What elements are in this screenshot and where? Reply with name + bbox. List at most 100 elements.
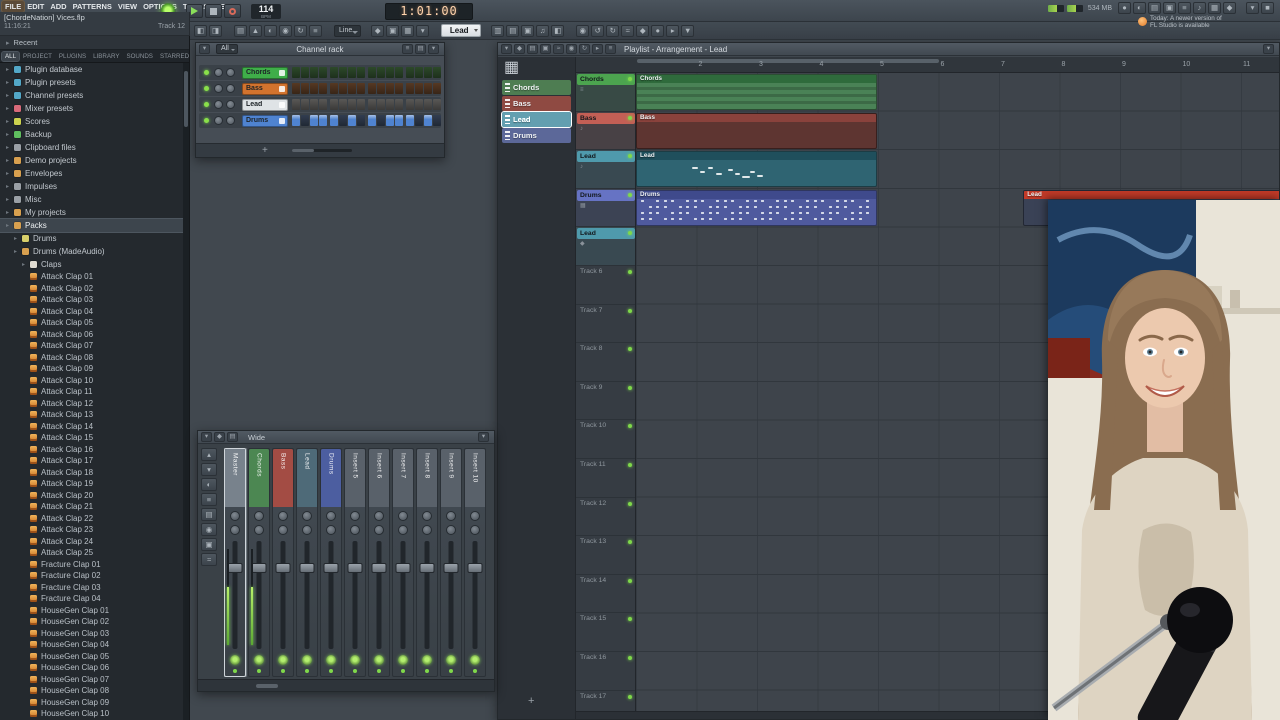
browser-sample[interactable]: Attack Clap 16 [0,444,183,456]
browser-category[interactable]: ▸ Envelopes [0,167,183,180]
browser-sample[interactable]: HouseGen Clap 10 [0,708,183,720]
mixer-view-mode[interactable]: Wide [248,433,265,442]
step-cell[interactable] [415,67,423,78]
step-cell[interactable] [377,99,385,110]
fader-handle[interactable] [395,563,411,573]
stereo-knob[interactable] [254,655,264,665]
browser-recent-row[interactable]: ▸ Recent [0,36,189,50]
countdown-icon[interactable]: ◉ [279,24,292,37]
track-mute-led[interactable] [628,270,632,274]
step-cell[interactable] [357,67,365,78]
update-notification[interactable]: Today: A newer version of FL Studio is a… [1138,11,1234,32]
snap-magnet-icon[interactable]: ◉ [576,24,590,37]
playlist-window-icon[interactable]: ▣ [521,24,535,37]
track-enable-led[interactable] [449,669,453,673]
step-cell[interactable] [301,83,309,94]
step-cell[interactable] [368,115,376,126]
browser-sample[interactable]: Fracture Clap 02 [0,570,183,582]
track-enable-led[interactable] [305,669,309,673]
mixer-track[interactable]: Insert 9 [440,448,462,677]
playlist-menu-icon[interactable]: ▾ [501,44,512,54]
stereo-knob[interactable] [326,655,336,665]
track-enable-led[interactable] [353,669,357,673]
pan-knob[interactable] [214,84,223,93]
pattern-clip[interactable]: Lead [636,151,877,188]
fader-handle[interactable] [299,563,315,573]
fader-handle[interactable] [419,563,435,573]
smart-disable-icon[interactable]: ● [651,24,665,37]
browser-sample[interactable]: Attack Clap 17 [0,455,183,467]
browser-sample[interactable]: Attack Clap 09 [0,363,183,375]
step-cell[interactable] [348,99,356,110]
step-cell[interactable] [433,99,441,110]
track-enable-led[interactable] [401,669,405,673]
step-cell[interactable] [377,83,385,94]
browser-tab-starred[interactable]: STARRED [157,52,192,61]
minimize-icon[interactable]: ▾ [1246,2,1259,14]
mixer-pan-knob[interactable] [326,511,336,521]
track-enable-led[interactable] [329,669,333,673]
mixer-track[interactable]: Insert 6 [368,448,390,677]
browser-category[interactable]: ▸ Packs [0,218,183,233]
browser-tab-project[interactable]: PROJECT [20,52,55,61]
wait-for-input-icon[interactable]: ◐ [264,24,277,37]
step-cell[interactable] [348,83,356,94]
browser-sample[interactable]: Attack Clap 23 [0,524,183,536]
mixer-track[interactable]: Insert 5 [344,448,366,677]
mixer-pan-knob[interactable] [302,511,312,521]
track-enable-led[interactable] [425,669,429,673]
playlist-track-header[interactable]: Track 13 [576,536,635,575]
ruler-scroll-indicator[interactable] [637,59,939,63]
link-icon[interactable]: ◉ [201,523,217,536]
browser-tab-library[interactable]: LIBRARY [90,52,122,61]
rack-swap-icon[interactable]: ≡ [402,44,414,54]
mixer-sep-knob[interactable] [422,525,432,535]
browser-sample[interactable]: Attack Clap 10 [0,375,183,387]
add-channel-button[interactable]: + [262,145,268,157]
step-cell[interactable] [319,115,327,126]
stereo-knob[interactable] [446,655,456,665]
channel-button[interactable]: Chords [242,66,288,79]
channel-enable-led[interactable] [204,102,209,107]
step-cell[interactable] [301,99,309,110]
browser-window-icon[interactable]: ◧ [551,24,565,37]
browser-category[interactable]: ▸ My projects [0,206,183,219]
channel-enable-led[interactable] [204,118,209,123]
track-enable-led[interactable] [377,669,381,673]
playlist-track-header[interactable]: Track 10 [576,420,635,459]
browser-sample[interactable]: Attack Clap 06 [0,329,183,341]
mixer-track-name-plate[interactable]: Insert 7 [393,449,413,507]
channel-enable-led[interactable] [204,86,209,91]
step-cell[interactable] [406,99,414,110]
step-cell[interactable] [395,83,403,94]
mixer-track-name-plate[interactable]: Bass [273,449,293,507]
mixer-fader[interactable] [227,541,243,649]
browser-sample[interactable]: Attack Clap 24 [0,536,183,548]
mixer-track-name-plate[interactable]: Insert 10 [465,449,485,507]
browser-category[interactable]: ▸ Plugin presets [0,76,183,89]
picker-panel-icon[interactable]: ≡ [605,44,616,54]
browser-category[interactable]: ▸ Impulses [0,180,183,193]
mixer-track-name-plate[interactable]: Chords [249,449,269,507]
mixer-sep-knob[interactable] [374,525,384,535]
step-cell[interactable] [330,115,338,126]
mixer-sep-knob[interactable] [470,525,480,535]
step-cell[interactable] [386,83,394,94]
draw-tool-icon[interactable]: ◆ [514,44,525,54]
stereo-knob[interactable] [374,655,384,665]
channel-enable-led[interactable] [204,70,209,75]
step-cell[interactable] [386,99,394,110]
channel-rack-titlebar[interactable]: ▾ All Channel rack ≡ ▤ ▾ [196,43,444,56]
mixer-fader[interactable] [323,541,339,649]
browser-sample[interactable]: HouseGen Clap 03 [0,628,183,640]
snap-selector[interactable]: Line [334,24,362,37]
step-cell[interactable] [386,67,394,78]
step-cell[interactable] [330,67,338,78]
pattern-clip[interactable]: Bass [636,112,877,149]
mixer-pan-knob[interactable] [374,511,384,521]
track-mute-led[interactable] [628,192,632,197]
fader-handle[interactable] [467,563,483,573]
step-cell[interactable] [339,99,347,110]
menu-add[interactable]: ADD [47,1,69,12]
undo-icon[interactable]: ↺ [591,24,605,37]
